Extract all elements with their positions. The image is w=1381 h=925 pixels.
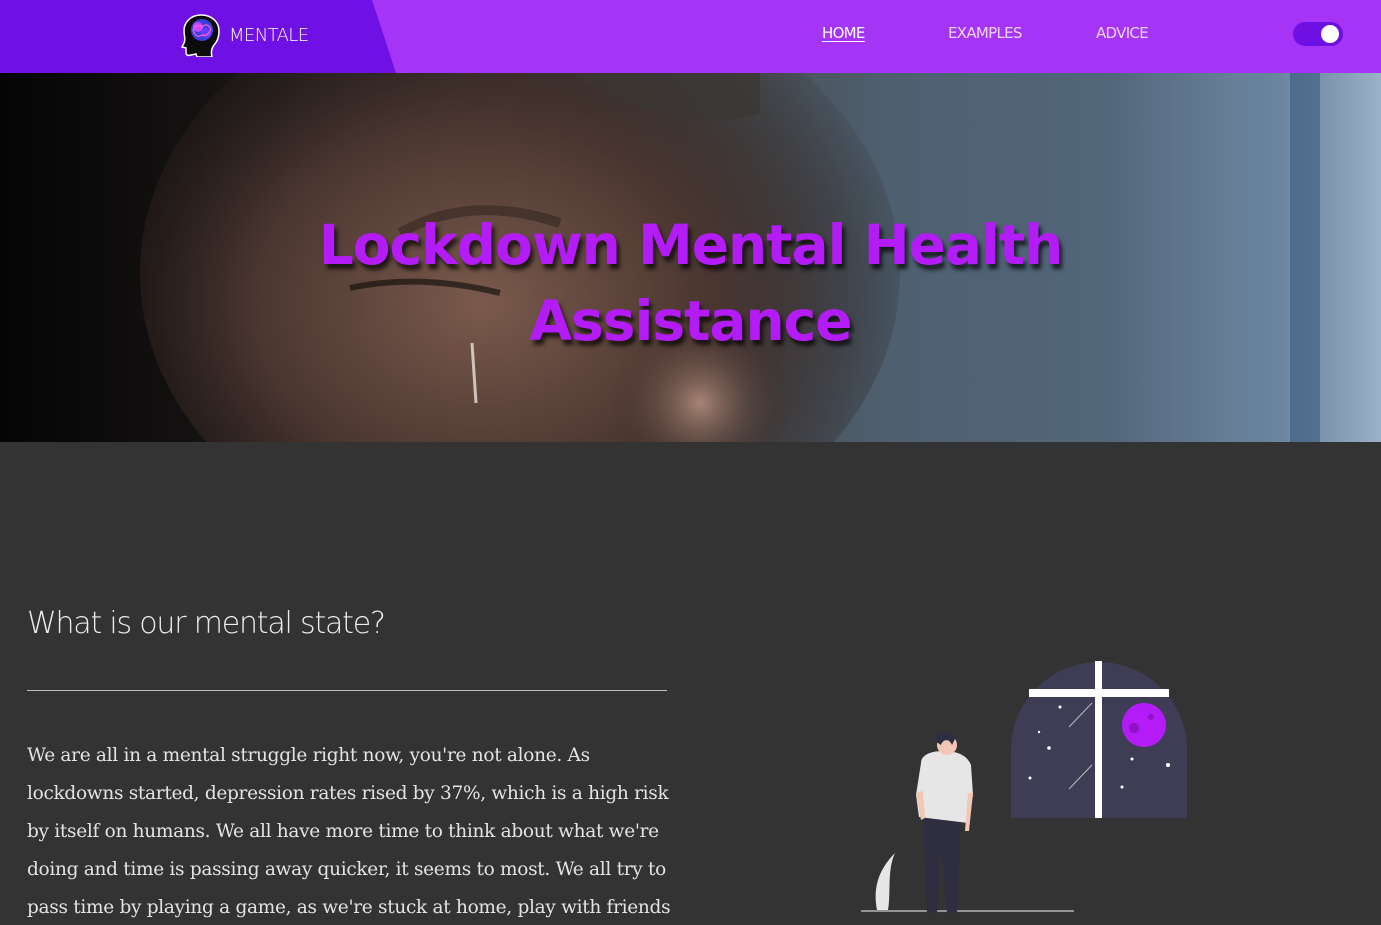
person-looking-at-night-window-illustration xyxy=(861,661,1187,913)
section-divider xyxy=(27,690,667,691)
section-title: What is our mental state? xyxy=(27,606,386,641)
hero-title-line-1: Lockdown Mental Health xyxy=(318,213,1064,277)
nav-link-advice[interactable]: ADVICE xyxy=(1096,24,1149,42)
nav-link-home[interactable]: HOME xyxy=(822,24,865,42)
navbar: MENTALE HOME EXAMPLES ADVICE xyxy=(0,0,1381,73)
theme-toggle[interactable] xyxy=(1293,22,1343,46)
hero-banner: Lockdown Mental Health Assistance xyxy=(0,73,1381,442)
hero-title-line-2: Assistance xyxy=(529,289,852,353)
section-body-text: We are all in a mental struggle right no… xyxy=(27,745,671,918)
head-brain-icon xyxy=(181,14,220,57)
brand-home-link[interactable]: MENTALE xyxy=(181,13,309,57)
toggle-knob xyxy=(1321,25,1339,43)
nav-link-examples[interactable]: EXAMPLES xyxy=(948,24,1022,42)
brand-name: MENTALE xyxy=(229,24,309,46)
hero-title: Lockdown Mental Health Assistance xyxy=(0,207,1381,359)
